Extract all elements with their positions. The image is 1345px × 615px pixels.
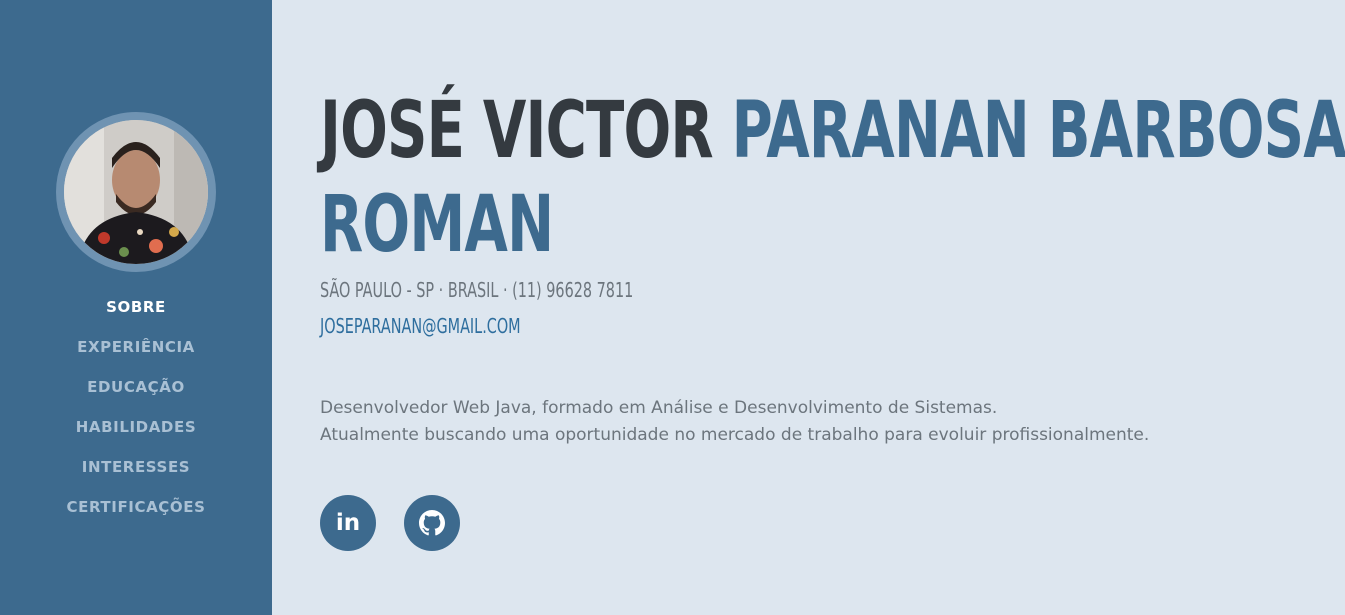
contact-line: SÃO PAULO - SP · BRASIL · (11) 96628 781… [320,278,634,302]
linkedin-button[interactable]: in [320,495,376,551]
avatar-ring [56,112,216,272]
summary: Desenvolvedor Web Java, formado em Análi… [320,395,1280,449]
last-name-part1: PARANAN BARBOSA [731,86,1345,176]
github-icon [419,510,445,536]
profile-photo [64,120,208,264]
linkedin-icon: in [335,510,361,536]
sidebar: SOBRE EXPERIÊNCIA EDUCAÇÃO HABILIDADES I… [0,0,272,615]
sidebar-nav: SOBRE EXPERIÊNCIA EDUCAÇÃO HABILIDADES I… [0,296,272,536]
nav-item-educacao[interactable]: EDUCAÇÃO [0,376,272,416]
last-name-part2: ROMAN [320,180,554,270]
page-title: JOSÉ VICTOR PARANAN BARBOSA ROMAN [320,84,1345,272]
nav-item-interesses[interactable]: INTERESSES [0,456,272,496]
nav-item-sobre[interactable]: SOBRE [0,296,272,336]
avatar [64,120,208,264]
first-name: JOSÉ VICTOR [320,86,714,176]
summary-line-1: Desenvolvedor Web Java, formado em Análi… [320,398,998,418]
email-link[interactable]: JOSEPARANAN@GMAIL.COM [320,314,521,338]
nav-item-experiencia[interactable]: EXPERIÊNCIA [0,336,272,376]
summary-line-2: Atualmente buscando uma oportunidade no … [320,425,1150,445]
nav-item-habilidades[interactable]: HABILIDADES [0,416,272,456]
nav-item-certificacoes[interactable]: CERTIFICAÇÕES [0,496,272,536]
github-button[interactable] [404,495,460,551]
